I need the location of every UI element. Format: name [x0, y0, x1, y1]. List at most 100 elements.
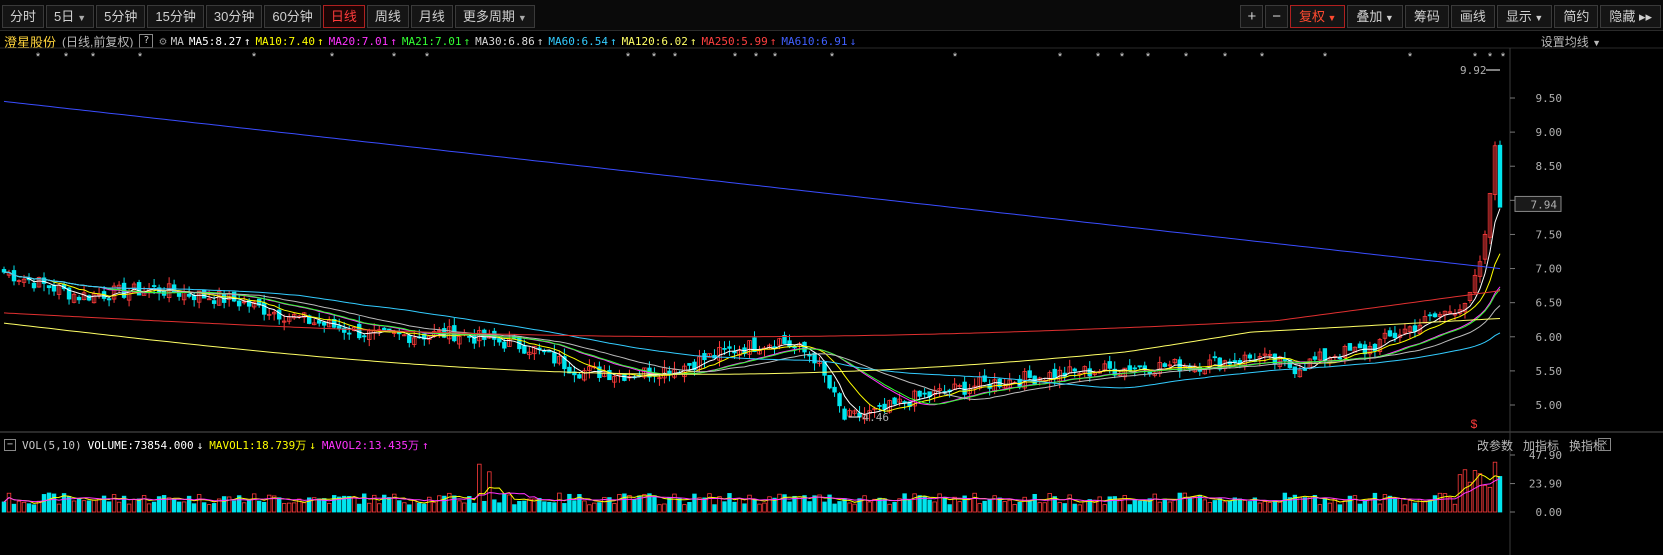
candle-body: [317, 320, 322, 324]
mavol2-arrow: ↑: [422, 438, 429, 452]
candle-body: [1212, 356, 1218, 359]
volume-bar: [1072, 503, 1077, 513]
ma60-line: [3, 271, 1501, 389]
candle-body: [1322, 348, 1328, 362]
volume-bar: [1157, 501, 1162, 513]
volume-buttons: 改参数 加指标 换指标: [1477, 437, 1605, 454]
event-marker: *: [1058, 51, 1063, 63]
volume-bar: [1367, 498, 1373, 513]
candle-body: [472, 334, 477, 344]
volume-bar: [1247, 501, 1253, 513]
candle-body: [842, 408, 847, 420]
ma21-line: [3, 271, 1501, 405]
volume-bar: [1412, 502, 1418, 513]
collapse-icon[interactable]: −: [4, 439, 16, 451]
volume-bar: [1372, 492, 1378, 513]
volume-bar: [196, 494, 202, 513]
volume-bar: [422, 503, 427, 513]
volume-bar: [1377, 503, 1383, 513]
volume-bar: [1472, 470, 1478, 513]
add-indicator-button[interactable]: 加指标: [1523, 437, 1559, 454]
volume-bar: [1077, 504, 1082, 513]
volume-bar: [527, 498, 532, 513]
event-marker: *: [1473, 51, 1478, 63]
volume-bar: [26, 503, 32, 513]
volume-bar: [1422, 500, 1428, 513]
event-marker: *: [1146, 51, 1151, 63]
volume-bar: [612, 503, 617, 513]
price-label: 9.50: [1536, 92, 1563, 105]
volume-bar: [1342, 500, 1348, 513]
volume-bar: [957, 501, 962, 513]
candle-body: [502, 341, 507, 349]
kline-chart[interactable]: 9.509.008.508.007.507.006.506.005.505.00…: [0, 0, 1663, 555]
volume-bar: [597, 502, 602, 513]
volume-bar: [742, 503, 747, 513]
volume-bar: [457, 500, 462, 513]
volume-bar: [367, 502, 372, 513]
event-marker: *: [252, 51, 257, 63]
volume-bar: [507, 494, 512, 513]
volume-bar: [882, 498, 887, 513]
volume-bar: [1042, 502, 1047, 513]
volume-bar: [757, 503, 762, 513]
candle-body: [1292, 366, 1298, 375]
volume-bar: [1097, 496, 1102, 513]
candle-body: [51, 284, 57, 292]
volume-bar: [477, 463, 482, 513]
volume-bar: [1402, 504, 1408, 513]
candle-body: [497, 338, 502, 343]
volume-bar: [787, 501, 792, 513]
volume-bar: [1152, 493, 1157, 513]
ma20-line: [3, 271, 1501, 406]
price-label: 7.50: [1536, 228, 1563, 241]
candle-body: [792, 346, 797, 349]
volume-bar: [927, 499, 932, 513]
volume-bar: [41, 494, 47, 513]
candle-body: [622, 373, 627, 381]
candle-body: [547, 350, 552, 353]
candle-body: [151, 285, 157, 287]
event-marker: *: [64, 51, 69, 63]
volume-bar: [1012, 504, 1017, 513]
volume-bar: [1282, 492, 1288, 513]
volume-bar: [797, 496, 802, 513]
volume-bar: [502, 493, 507, 513]
volume-bar: [847, 502, 852, 513]
volume-bar: [977, 503, 982, 513]
volume-bar: [266, 494, 272, 513]
volume-bar: [1267, 502, 1273, 513]
volume-bar: [1177, 492, 1182, 513]
volume-bar: [447, 492, 452, 513]
candle-body: [882, 403, 887, 410]
volume-bar: [251, 493, 257, 513]
volume-bar: [1217, 498, 1223, 513]
candle-body: [1357, 343, 1363, 349]
price-label: 5.00: [1536, 399, 1563, 412]
candle-body: [191, 295, 197, 301]
volume-bar: [221, 496, 227, 513]
candle-body: [812, 352, 817, 364]
volume-bar: [752, 498, 757, 513]
price-label: 7.00: [1536, 263, 1563, 276]
volume-bar: [11, 503, 17, 513]
volume-bar: [106, 501, 112, 513]
volume-bar: [51, 493, 57, 513]
edit-params-button[interactable]: 改参数: [1477, 437, 1513, 454]
price-label: 8.50: [1536, 160, 1563, 173]
candle-body: [577, 374, 582, 379]
candle-body: [186, 293, 192, 297]
volume-bar: [1102, 504, 1107, 513]
candle-body: [1137, 365, 1142, 368]
volume-bar: [1477, 473, 1483, 513]
volume-bar: [417, 502, 422, 513]
volume-bar: [972, 492, 977, 513]
candle-body: [492, 330, 497, 340]
candle-body: [787, 340, 792, 348]
volume-bar: [737, 497, 742, 513]
ma610-line: [3, 100, 1501, 270]
volume-bar: [727, 493, 732, 513]
volume-bar: [357, 503, 362, 513]
volume-bar: [512, 504, 517, 513]
close-icon[interactable]: ×: [1598, 438, 1611, 451]
